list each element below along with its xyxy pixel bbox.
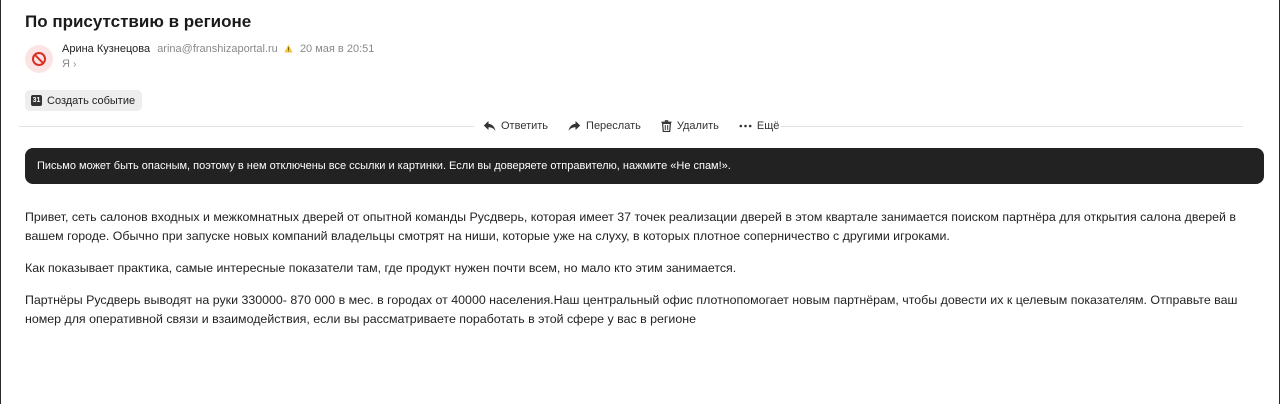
calendar-icon: 31 <box>31 95 42 106</box>
body-paragraph: Партнёры Русдверь выводят на руки 330000… <box>25 293 1238 326</box>
chevron-right-icon: › <box>72 59 77 70</box>
reply-arrow-icon <box>483 121 496 131</box>
more-button[interactable]: Ещё <box>739 118 780 134</box>
body-paragraph: Привет, сеть салонов входных и межкомнат… <box>25 210 1236 243</box>
mail-view: По присутствию в регионе Арина Кузнецова… <box>0 0 1280 404</box>
reply-label: Ответить <box>501 120 549 132</box>
sender-block: Арина Кузнецова arina@franshizaportal.ru… <box>25 42 374 73</box>
email-subject: По присутствию в регионе <box>25 12 252 31</box>
forward-label: Переслать <box>586 120 641 132</box>
warning-banner: Письмо может быть опасным, поэтому в нем… <box>25 148 1264 184</box>
warning-banner-text: Письмо может быть опасным, поэтому в нем… <box>37 160 731 172</box>
toolbar-divider-right <box>781 126 1243 127</box>
dots-icon <box>739 124 752 128</box>
reply-button[interactable]: Ответить <box>483 118 548 134</box>
more-label: Ещё <box>756 120 780 132</box>
delete-label: Удалить <box>676 120 719 132</box>
delete-button[interactable]: Удалить <box>661 118 719 134</box>
blocked-icon <box>32 52 46 66</box>
email-toolbar: Ответить Переслать Удалить Ещё <box>483 118 779 134</box>
sender-name[interactable]: Арина Кузнецова <box>62 43 150 55</box>
recipient-name: Я <box>62 58 70 70</box>
forward-arrow-icon <box>568 121 581 131</box>
sender-avatar[interactable] <box>25 45 53 73</box>
trash-icon <box>661 120 672 132</box>
recipient-line[interactable]: Я › <box>62 57 374 72</box>
create-event-label: Создать событие <box>47 94 136 107</box>
sender-info: Арина Кузнецова arina@franshizaportal.ru… <box>62 42 374 72</box>
create-event-button[interactable]: 31 Создать событие <box>25 90 143 111</box>
email-date: 20 мая в 20:51 <box>299 43 375 55</box>
warning-icon <box>284 44 293 53</box>
sender-email[interactable]: arina@franshizaportal.ru <box>157 43 278 55</box>
body-paragraph: Как показывает практика, самые интересны… <box>25 261 737 275</box>
email-body: Привет, сеть салонов входных и межкомнат… <box>25 208 1265 342</box>
toolbar-divider-left <box>19 126 474 127</box>
forward-button[interactable]: Переслать <box>568 118 641 134</box>
